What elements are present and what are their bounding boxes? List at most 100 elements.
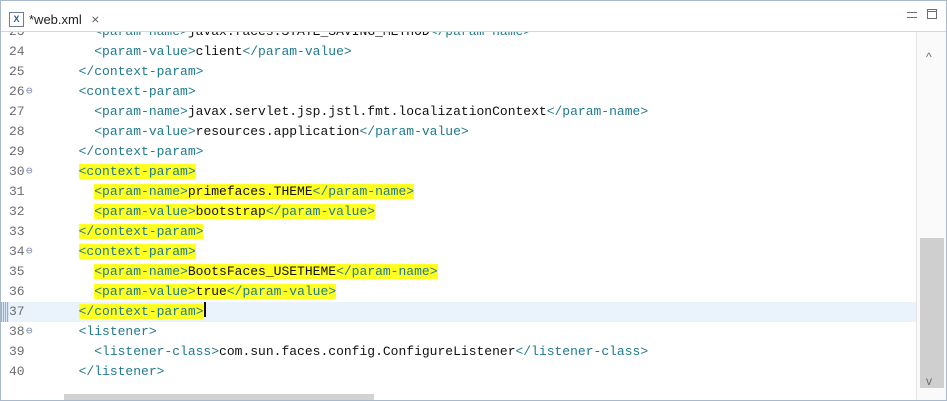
code-line[interactable]: 34 ⊖ <context-param>: [1, 242, 916, 262]
code-line[interactable]: 25 </context-param>: [1, 62, 916, 82]
xml-open-tag: <param-name>: [94, 264, 188, 279]
code-line[interactable]: 38 ⊖ <listener>: [1, 322, 916, 342]
line-number: 23: [9, 32, 37, 42]
code-text: </context-param>: [63, 302, 207, 322]
tab-web-xml[interactable]: X *web.xml ⨯: [9, 7, 100, 31]
scrollbar-thumb[interactable]: [920, 238, 944, 388]
code-line[interactable]: 33 </context-param>: [1, 222, 916, 242]
code-content: <param-value>resources.application</para…: [94, 124, 468, 139]
line-number: 26: [9, 84, 25, 99]
fold-toggle-icon[interactable]: ⊖: [26, 162, 33, 182]
xml-value: client: [195, 44, 243, 59]
xml-close-tag: </param-value>: [226, 284, 337, 299]
xml-close-tag: </listener-class>: [515, 344, 649, 359]
fold-toggle-icon[interactable]: ⊖: [26, 82, 33, 102]
code-line[interactable]: 32 <param-value>bootstrap</param-value>: [1, 202, 916, 222]
code-text: <context-param>: [63, 162, 196, 182]
xml-open-tag: <context-param>: [78, 84, 196, 99]
code-line[interactable]: 39 <listener-class>com.sun.faces.config.…: [1, 342, 916, 362]
code-text: <param-value>client</param-value>: [63, 42, 351, 62]
line-number: 28: [9, 124, 25, 139]
code-text: <param-value>bootstrap</param-value>: [63, 202, 376, 222]
line-number: 37: [9, 304, 25, 319]
highlighted-code: <context-param>: [78, 244, 196, 259]
code-text: </listener>: [63, 362, 165, 382]
xml-open-tag: <context-param>: [78, 244, 196, 259]
code-text: <param-value>true</param-value>: [63, 282, 337, 302]
xml-close-tag: </param-value>: [359, 124, 469, 139]
xml-open-tag: <param-value>: [94, 204, 196, 219]
code-text: <param-value>resources.application</para…: [63, 122, 468, 142]
code-content: </context-param>: [79, 64, 204, 79]
minimize-icon[interactable]: [907, 9, 917, 19]
scroll-up-arrow-icon[interactable]: ^: [926, 50, 932, 64]
fold-toggle-icon[interactable]: ⊖: [26, 322, 33, 342]
code-text: </context-param>: [63, 62, 204, 82]
xml-close-tag: </param-name>: [546, 104, 649, 119]
code-line[interactable]: 27 <param-name>javax.servlet.jsp.jstl.fm…: [1, 102, 916, 122]
line-number: 33: [9, 224, 25, 239]
code-line[interactable]: 26 ⊖ <context-param>: [1, 82, 916, 102]
xml-value: primefaces.THEME: [187, 184, 313, 199]
code-line[interactable]: 31 <param-name>primefaces.THEME</param-n…: [1, 182, 916, 202]
code-line[interactable]: 24 <param-value>client</param-value>: [1, 42, 916, 62]
line-number: 25: [9, 64, 25, 79]
horizontal-scrollbar-thumb[interactable]: [64, 394, 374, 400]
vertical-scrollbar[interactable]: ^ v: [916, 32, 946, 400]
xml-open-tag: <param-value>: [94, 284, 196, 299]
tab-title: *web.xml: [29, 11, 82, 27]
xml-source-editor[interactable]: 23 <param-name>javax.faces.STATE_SAVING_…: [1, 32, 916, 400]
xml-close-tag: </param-name>: [336, 264, 438, 279]
xml-close-tag: </param-value>: [265, 204, 376, 219]
line-number: 31: [9, 184, 25, 199]
line-number: 32: [9, 204, 25, 219]
xml-open-tag: <listener>: [78, 324, 157, 339]
highlighted-code: </context-param>: [78, 304, 204, 319]
highlighted-code: <param-value>bootstrap</param-value>: [94, 204, 376, 219]
code-line[interactable]: 40 </listener>: [1, 362, 916, 382]
xml-open-tag: </context-param>: [78, 144, 204, 159]
line-number: 40: [9, 364, 25, 379]
text-cursor: [204, 302, 207, 317]
code-line[interactable]: 30 ⊖ <context-param>: [1, 162, 916, 182]
code-text: <context-param>: [63, 82, 196, 102]
code-content: <listener>: [79, 324, 157, 339]
xml-value: true: [195, 284, 227, 299]
code-line[interactable]: 28 <param-value>resources.application</p…: [1, 122, 916, 142]
close-tab-icon[interactable]: ⨯: [91, 13, 100, 26]
code-content: <param-value>client</param-value>: [94, 44, 351, 59]
code-text: <param-name>javax.servlet.jsp.jstl.fmt.l…: [63, 102, 648, 122]
line-number: 34: [9, 244, 25, 259]
code-line[interactable]: 35 <param-name>BootsFaces_USETHEME</para…: [1, 262, 916, 282]
code-text: <listener-class>com.sun.faces.config.Con…: [63, 342, 648, 362]
highlighted-code: <param-value>true</param-value>: [94, 284, 337, 299]
scroll-down-arrow-icon[interactable]: v: [926, 374, 932, 388]
line-number: 24: [9, 44, 25, 59]
xml-value: javax.servlet.jsp.jstl.fmt.localizationC…: [187, 104, 547, 119]
code-line[interactable]: 36 <param-value>true</param-value>: [1, 282, 916, 302]
fold-toggle-icon[interactable]: ⊖: [26, 242, 33, 262]
editor-tab-bar: X *web.xml ⨯: [1, 1, 946, 32]
xml-open-tag: <listener-class>: [94, 344, 220, 359]
xml-value: BootsFaces_USETHEME: [187, 264, 337, 279]
code-line[interactable]: 23 <param-name>javax.faces.STATE_SAVING_…: [1, 32, 916, 42]
code-content: </context-param>: [79, 144, 204, 159]
code-line[interactable]: 37 </context-param>: [1, 302, 916, 322]
line-number: 36: [9, 284, 25, 299]
code-line[interactable]: 29 </context-param>: [1, 142, 916, 162]
code-text: <context-param>: [63, 242, 196, 262]
code-content: </listener>: [79, 364, 165, 379]
code-text: <param-name>javax.faces.STATE_SAVING_MET…: [63, 32, 531, 42]
maximize-icon[interactable]: [927, 9, 937, 19]
code-content: <param-name>javax.faces.STATE_SAVING_MET…: [94, 32, 531, 39]
xml-close-tag: </param-name>: [312, 184, 415, 199]
